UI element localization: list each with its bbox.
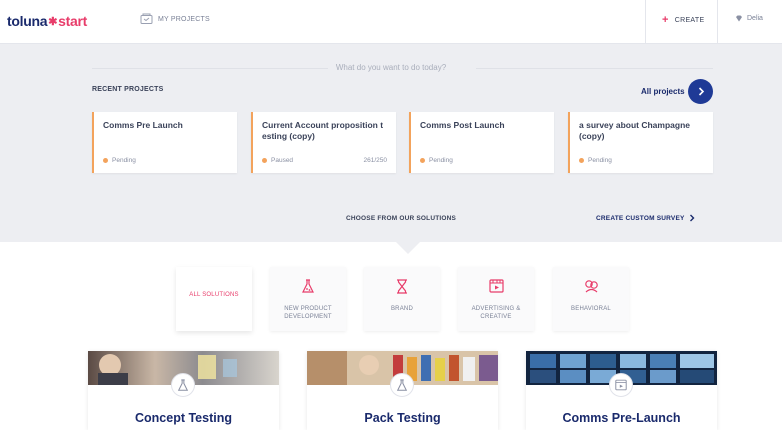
divider-line (476, 68, 713, 69)
solution-card-pack-testing[interactable]: Pack Testing (307, 351, 498, 430)
nav-divider (645, 0, 646, 44)
project-card[interactable]: Comms Pre Launch Pending (92, 112, 237, 173)
project-title: Comms Pre Launch (103, 120, 183, 130)
choose-solutions-heading: CHOOSE FROM OUR SOLUTIONS (346, 215, 457, 222)
tile-label: NEW PRODUCT DEVELOPMENT (284, 306, 332, 320)
project-status: Paused (262, 157, 293, 164)
status-text: Pending (112, 157, 136, 164)
my-projects-link[interactable]: MY PROJECTS (140, 13, 210, 25)
tile-label: ALL SOLUTIONS (189, 292, 239, 298)
tile-label: BRAND (390, 306, 413, 312)
tile-new-product-development[interactable]: NEW PRODUCT DEVELOPMENT (270, 267, 346, 331)
user-name: Delia (747, 15, 763, 22)
video-icon (615, 379, 627, 391)
my-projects-label: MY PROJECTS (158, 15, 210, 23)
status-dot (103, 158, 108, 163)
hourglass-icon (397, 279, 407, 294)
tile-all-solutions[interactable]: ALL SOLUTIONS (176, 267, 252, 331)
section-notch (396, 242, 420, 254)
project-card[interactable]: a survey about Champagne (copy) Pending (568, 112, 713, 173)
create-custom-survey-link[interactable]: CREATE CUSTOM SURVEY (596, 214, 695, 222)
nav-divider (717, 0, 718, 44)
project-title: Current Account proposition t esting (co… (262, 120, 384, 141)
logo-star-icon: ✱ (48, 16, 58, 28)
status-dot (420, 158, 425, 163)
folder-icon (140, 13, 153, 24)
project-card[interactable]: Current Account proposition t esting (co… (251, 112, 396, 173)
user-menu[interactable]: Delia (735, 15, 763, 22)
status-text: Pending (588, 157, 612, 164)
flask-icon-badge (390, 373, 414, 397)
flask-icon (302, 279, 314, 293)
project-title: a survey about Champagne (copy) (579, 120, 691, 141)
solution-name: Comms Pre-Launch (562, 411, 681, 425)
logo-text-start: start (58, 13, 87, 29)
toluna-start-logo[interactable]: toluna✱start (7, 13, 87, 29)
recent-projects-title: RECENT PROJECTS (92, 86, 164, 93)
all-projects-link[interactable]: All projects (641, 87, 685, 96)
diamond-icon (736, 15, 742, 22)
project-card[interactable]: Comms Post Launch Pending (409, 112, 554, 173)
tile-behavioral[interactable]: BEHAVIORAL (553, 267, 629, 331)
chevron-right-icon (698, 87, 704, 96)
flask-icon (177, 378, 189, 391)
video-icon (488, 279, 504, 293)
flask-icon-badge (171, 373, 195, 397)
status-text: Paused (271, 157, 294, 164)
project-status: Pending (420, 157, 453, 164)
video-icon-badge (609, 373, 633, 397)
flask-icon (396, 378, 408, 391)
logo-text-toluna: toluna (7, 13, 48, 29)
tile-advertising-creative[interactable]: ADVERTISING & CREATIVE (458, 267, 534, 331)
status-dot (262, 158, 267, 163)
people-icon (584, 280, 598, 293)
status-dot (579, 158, 584, 163)
project-status: Pending (579, 157, 612, 164)
custom-survey-label: CREATE CUSTOM SURVEY (596, 214, 685, 222)
solution-card-comms-pre-launch[interactable]: Comms Pre-Launch (526, 351, 717, 430)
solution-card-concept-testing[interactable]: Concept Testing (88, 351, 279, 430)
chevron-right-icon (689, 214, 695, 222)
create-label: CREATE (674, 17, 705, 24)
solution-name: Pack Testing (364, 411, 441, 425)
top-nav: toluna✱start MY PROJECTS + CREATE Delia (0, 0, 782, 44)
status-text: Pending (429, 157, 453, 164)
project-title: Comms Post Launch (420, 120, 505, 130)
tile-brand[interactable]: BRAND (364, 267, 440, 331)
plus-icon: + (662, 14, 669, 26)
solution-name: Concept Testing (135, 411, 232, 425)
tile-label: BEHAVIORAL (571, 306, 611, 312)
all-projects-button[interactable] (688, 79, 713, 104)
project-status: Pending (103, 157, 136, 164)
create-button[interactable]: + CREATE (662, 15, 704, 26)
tile-label: ADVERTISING & CREATIVE (471, 306, 521, 320)
response-count: 261/250 (363, 157, 388, 164)
